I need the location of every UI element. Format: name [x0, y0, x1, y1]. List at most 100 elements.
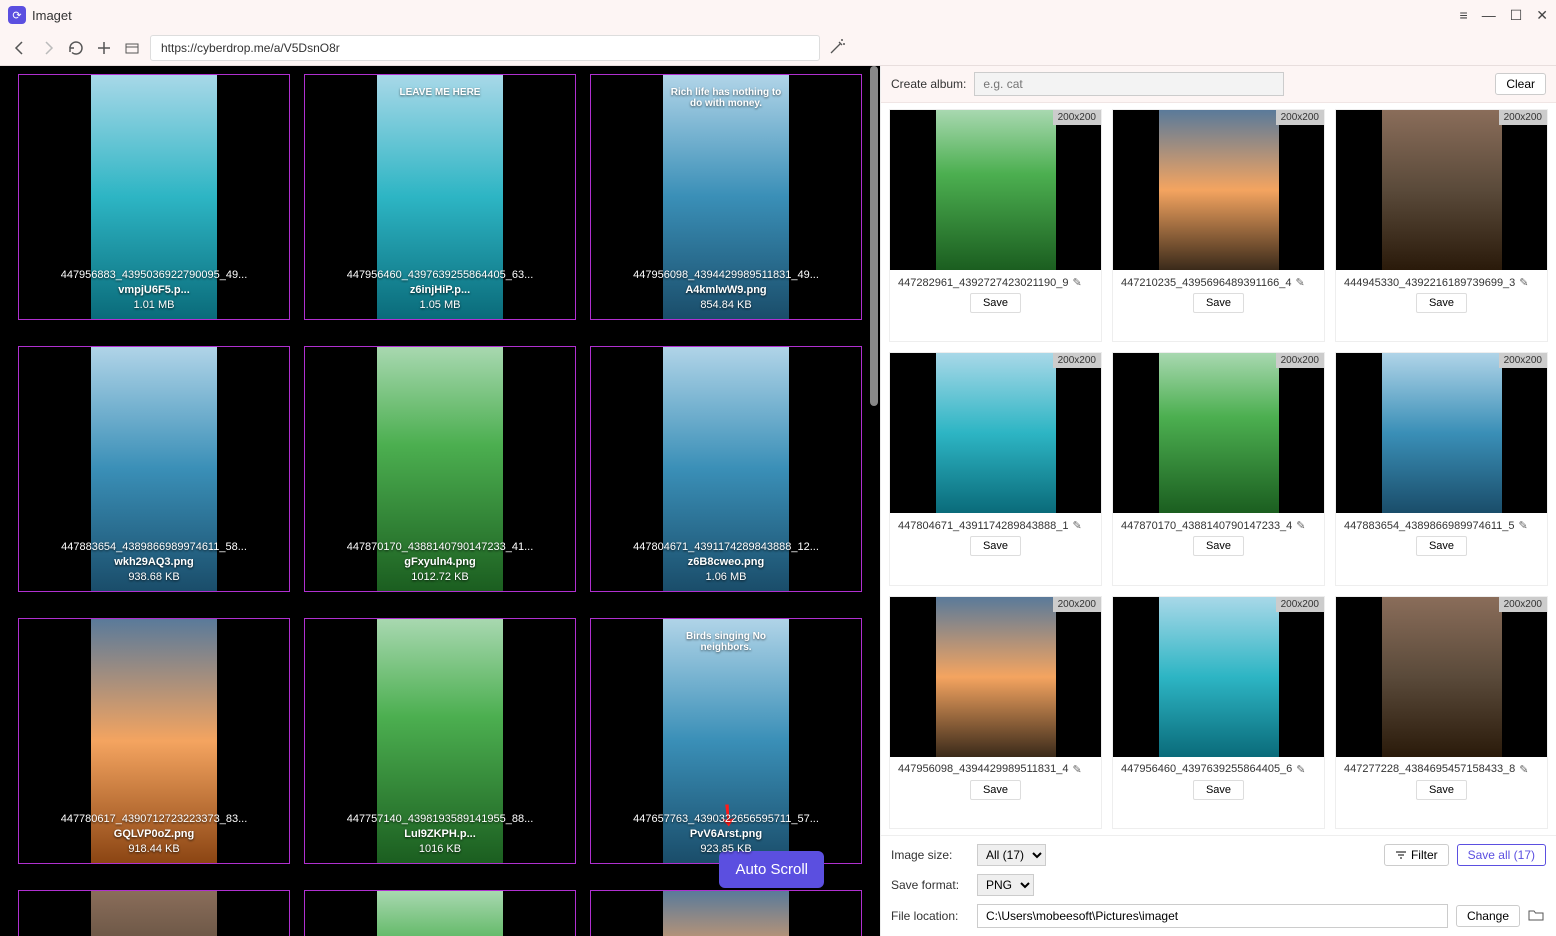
- save-button[interactable]: Save: [1416, 536, 1467, 556]
- result-item: 200x200447870170_4388140790147233_4 ✎Sav…: [1112, 352, 1325, 585]
- edit-icon[interactable]: ✎: [1072, 763, 1081, 776]
- thumbnail: [377, 891, 503, 936]
- result-thumb[interactable]: 200x200: [890, 353, 1101, 513]
- file-name: vmpjU6F5.p...: [23, 283, 285, 298]
- edit-icon[interactable]: ✎: [1072, 276, 1081, 289]
- edit-icon[interactable]: ✎: [1295, 276, 1304, 289]
- change-button[interactable]: Change: [1456, 905, 1520, 927]
- result-filename: 447282961_4392727423021190_9 ✎: [890, 270, 1101, 293]
- file-name: gFxyuln4.png: [309, 555, 571, 570]
- card-info: 447804671_4391174289843888_12...z6B8cweo…: [591, 540, 861, 585]
- gallery-card[interactable]: 447757140_4398193589141955_88...LuI9ZKPH…: [304, 618, 576, 864]
- url-text: https://cyberdrop.me/a/V5DsnO8r: [161, 41, 340, 55]
- gallery-card[interactable]: Rich life has nothing to do with money.4…: [590, 74, 862, 320]
- save-button[interactable]: Save: [1193, 536, 1244, 556]
- create-album-input[interactable]: [974, 72, 1284, 96]
- result-thumb[interactable]: 200x200: [1113, 597, 1324, 757]
- result-thumb[interactable]: 200x200: [1336, 597, 1547, 757]
- file-name: wkh29AQ3.png: [23, 555, 285, 570]
- card-info: 447956460_4397639255864405_63...z6injHiP…: [305, 268, 575, 313]
- edit-icon[interactable]: ✎: [1518, 519, 1527, 532]
- file-size: 918.44 KB: [23, 842, 285, 857]
- filter-label: Filter: [1411, 848, 1438, 862]
- result-item: 200x200 447804671_4391174289843888_1 ✎Sav…: [889, 352, 1102, 585]
- save-button[interactable]: Save: [1416, 780, 1467, 800]
- file-name: A4kmlwW9.png: [595, 283, 857, 298]
- size-badge: 200x200: [1276, 110, 1324, 125]
- result-thumb[interactable]: 200x200: [1113, 110, 1324, 270]
- close-icon[interactable]: ✕: [1536, 7, 1548, 24]
- save-format-select[interactable]: PNG: [977, 874, 1034, 896]
- gallery-card[interactable]: 447870170_4388140790147233_41...gFxyuln4…: [304, 346, 576, 592]
- card-info: 447870170_4388140790147233_41...gFxyuln4…: [305, 540, 575, 585]
- save-button[interactable]: Save: [970, 293, 1021, 313]
- file-id: 447870170_4388140790147233_41...: [320, 540, 560, 555]
- card-info: 447780617_4390712723223373_83...GQLVP0oZ…: [19, 812, 289, 857]
- save-button[interactable]: Save: [1193, 293, 1244, 313]
- gallery-card[interactable]: 447883654_4389866989974611_58...wkh29AQ3…: [18, 346, 290, 592]
- result-item: 200x200 447210235_4395696489391166_4 ✎Sav…: [1112, 109, 1325, 342]
- result-thumb[interactable]: 200x200: [890, 597, 1101, 757]
- folder-icon[interactable]: [1528, 907, 1546, 925]
- card-info: 447757140_4398193589141955_88...LuI9ZKPH…: [305, 812, 575, 857]
- image-caption: Birds singing No neighbors.: [663, 631, 789, 653]
- card-info: 447657763_4390322656595711_57...PvV6Arst…: [591, 812, 861, 857]
- result-thumb[interactable]: 200x200: [1336, 110, 1547, 270]
- scrollbar[interactable]: [870, 66, 880, 606]
- tabs-icon[interactable]: [122, 38, 142, 58]
- gallery-card[interactable]: 447780617_4390712723223373_83...GQLVP0oZ…: [18, 618, 290, 864]
- filter-button[interactable]: Filter: [1384, 844, 1449, 866]
- scrollbar-thumb[interactable]: [870, 66, 878, 406]
- size-badge: 200x200: [1053, 110, 1101, 125]
- file-id: 447956883_4395036922790095_49...: [34, 268, 274, 283]
- size-badge: 200x200: [1053, 353, 1101, 368]
- thumbnail: [663, 891, 789, 936]
- add-button[interactable]: [94, 38, 114, 58]
- url-bar[interactable]: https://cyberdrop.me/a/V5DsnO8r: [150, 35, 820, 61]
- gallery-card[interactable]: LEAVE ME HERE447956460_4397639255864405_…: [304, 74, 576, 320]
- result-filename: 447210235_4395696489391166_4 ✎: [1113, 270, 1324, 293]
- result-thumb[interactable]: 200x200: [1336, 353, 1547, 513]
- save-button[interactable]: Save: [1193, 780, 1244, 800]
- gallery-card[interactable]: [18, 890, 290, 936]
- size-badge: 200x200: [1276, 353, 1324, 368]
- gallery-card[interactable]: Birds singing No neighbors. 447657763_439…: [590, 618, 862, 864]
- file-size: 1.06 MB: [595, 570, 857, 585]
- toolbar: https://cyberdrop.me/a/V5DsnO8r: [0, 30, 1556, 66]
- results-pane: Create album: Clear 200x200447282961_439…: [880, 66, 1556, 936]
- maximize-icon[interactable]: ☐: [1510, 7, 1523, 24]
- file-id: 447956098_4394429989511831_49...: [606, 268, 846, 283]
- edit-icon[interactable]: ✎: [1519, 276, 1528, 289]
- result-filename: 447804671_4391174289843888_1 ✎: [890, 513, 1101, 536]
- file-location-input[interactable]: [977, 904, 1448, 928]
- size-badge: 200x200: [1276, 597, 1324, 612]
- minimize-icon[interactable]: —: [1482, 7, 1496, 24]
- edit-icon[interactable]: ✎: [1519, 763, 1528, 776]
- result-filename: 447956460_4397639255864405_6 ✎: [1113, 757, 1324, 780]
- clear-button[interactable]: Clear: [1495, 73, 1546, 95]
- edit-icon[interactable]: ✎: [1296, 763, 1305, 776]
- gallery-card[interactable]: [304, 890, 576, 936]
- gallery-card[interactable]: 447804671_4391174289843888_12...z6B8cweo…: [590, 346, 862, 592]
- save-button[interactable]: Save: [970, 780, 1021, 800]
- gallery-card[interactable]: 447956883_4395036922790095_49...vmpjU6F5…: [18, 74, 290, 320]
- file-name: PvV6Arst.png: [595, 827, 857, 842]
- forward-button[interactable]: [38, 38, 58, 58]
- image-size-select[interactable]: All (17): [977, 844, 1046, 866]
- save-all-button[interactable]: Save all (17): [1457, 844, 1546, 866]
- edit-icon[interactable]: ✎: [1296, 519, 1305, 532]
- file-size: 1.05 MB: [309, 298, 571, 313]
- result-thumb[interactable]: 200x200: [890, 110, 1101, 270]
- wand-icon[interactable]: [828, 38, 848, 58]
- result-thumb[interactable]: 200x200: [1113, 353, 1324, 513]
- edit-icon[interactable]: ✎: [1072, 519, 1081, 532]
- result-item: 200x200447956098_4394429989511831_4 ✎Sav…: [889, 596, 1102, 829]
- result-item: 200x200447883654_4389866989974611_5 ✎Sav…: [1335, 352, 1548, 585]
- gallery-card[interactable]: [590, 890, 862, 936]
- result-filename: 447277228_4384695457158433_8 ✎: [1336, 757, 1547, 780]
- reload-button[interactable]: [66, 38, 86, 58]
- save-button[interactable]: Save: [970, 536, 1021, 556]
- menu-icon[interactable]: ≡: [1460, 7, 1468, 24]
- back-button[interactable]: [10, 38, 30, 58]
- save-button[interactable]: Save: [1416, 293, 1467, 313]
